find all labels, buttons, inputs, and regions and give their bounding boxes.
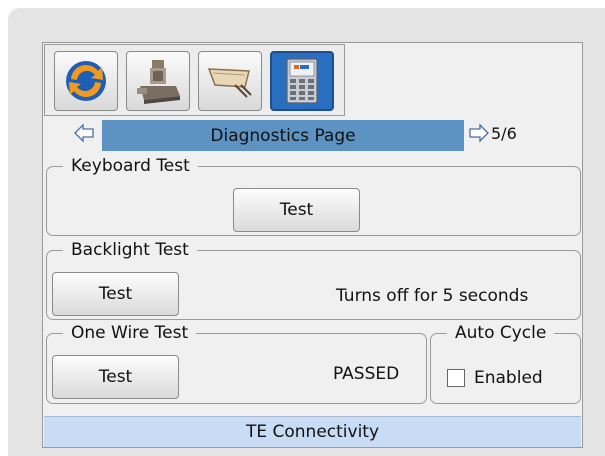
keyboard-test-button[interactable]: Test <box>233 188 360 232</box>
backlight-duration-text: Turns off for 5 seconds <box>336 286 529 306</box>
footer-text: TE Connectivity <box>245 422 380 442</box>
page-number: 5/6 <box>491 124 517 143</box>
one-wire-test-button[interactable]: Test <box>52 355 179 399</box>
backlight-test-legend: Backlight Test <box>71 240 189 260</box>
page-title: Diagnostics Page <box>102 120 464 151</box>
one-wire-test-legend: One Wire Test <box>71 323 189 343</box>
machine-icon <box>137 60 180 104</box>
arrow-right-icon <box>469 123 489 143</box>
toolbar-button-cable[interactable] <box>198 51 262 111</box>
toolbar-button-keypad-device[interactable] <box>270 51 334 111</box>
backlight-test-button[interactable]: Test <box>52 272 179 316</box>
keyboard-test-legend: Keyboard Test <box>71 156 190 176</box>
device-keypad-icon <box>286 58 318 104</box>
previous-page-button[interactable] <box>73 122 95 144</box>
toolbar <box>44 44 345 116</box>
cable-icon <box>207 68 252 98</box>
next-page-button[interactable] <box>468 122 490 144</box>
auto-cycle-label[interactable]: Enabled <box>474 368 543 388</box>
toolbar-button-machine[interactable] <box>126 51 190 111</box>
sync-icon <box>66 61 106 101</box>
arrow-left-icon <box>74 123 94 143</box>
diagnostics-panel: Diagnostics Page 5/6 Keyboard Test Test … <box>42 42 583 448</box>
auto-cycle-group: Auto Cycle <box>430 324 581 404</box>
auto-cycle-legend: Auto Cycle <box>455 323 547 343</box>
one-wire-status: PASSED <box>333 364 400 384</box>
toolbar-button-sync[interactable] <box>54 51 118 111</box>
auto-cycle-checkbox[interactable] <box>447 369 465 387</box>
footer-bar: TE Connectivity <box>44 416 581 447</box>
